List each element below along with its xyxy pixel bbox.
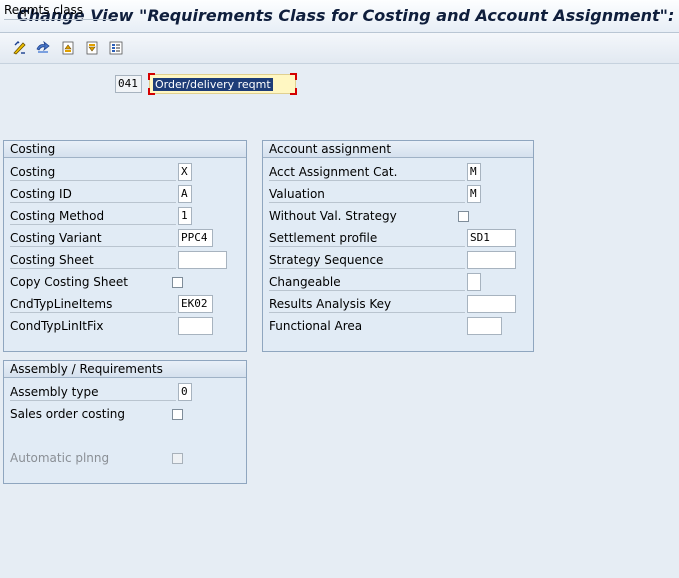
functional-area-label: Functional Area [269,319,363,333]
cond-typ-lin-it-fix-label: CondTypLinItFix [10,319,104,333]
results-analysis-key-row: Results Analysis Key [269,294,529,316]
cond-typ-line-items-row: CndTypLineItems EK02 [10,294,242,316]
display-change-icon[interactable] [11,39,29,57]
costing-group: Costing Costing X Costing ID A Costing M… [3,140,247,352]
changeable-row: Changeable [269,272,529,294]
costing-label: Costing [10,164,176,181]
reqmts-class-label: Reqmts class [4,2,112,20]
reqmts-class-field[interactable]: 041 [115,75,142,93]
cond-typ-line-items-label: CndTypLineItems [10,296,176,313]
settlement-profile-field[interactable]: SD1 [467,229,516,247]
strategy-sequence-row: Strategy Sequence [269,250,529,272]
automatic-plnng-label: Automatic plnng [10,451,110,465]
cond-typ-lin-it-fix-row: CondTypLinItFix [10,316,242,338]
settlement-profile-row: Settlement profile SD1 [269,228,529,250]
without-val-strategy-checkbox[interactable] [458,211,469,222]
application-toolbar [0,33,679,64]
copy-costing-sheet-checkbox[interactable] [172,277,183,288]
account-assignment-group: Account assignment Acct Assignment Cat. … [262,140,534,352]
automatic-plnng-checkbox [172,453,183,464]
costing-sheet-row: Costing Sheet [10,250,242,272]
assembly-type-row: Assembly type 0 [10,382,242,404]
reqmts-class-description-field[interactable]: Order/delivery reqmt [148,73,297,95]
costing-method-row: Costing Method 1 [10,206,242,228]
costing-variant-row: Costing Variant PPC4 [10,228,242,250]
without-val-strategy-row: Without Val. Strategy [269,206,529,228]
sales-order-costing-checkbox[interactable] [172,409,183,420]
changeable-field[interactable] [467,273,481,291]
assembly-type-field[interactable]: 0 [178,383,192,401]
automatic-plnng-row: Automatic plnng [10,448,242,470]
copy-costing-sheet-label: Copy Costing Sheet [10,275,128,289]
results-analysis-key-label: Results Analysis Key [269,296,465,313]
acct-assignment-cat-row: Acct Assignment Cat. M [269,162,529,184]
account-assignment-group-title: Account assignment [263,141,533,158]
strategy-sequence-label: Strategy Sequence [269,252,465,269]
valuation-field[interactable]: M [467,185,481,203]
costing-method-label: Costing Method [10,208,176,225]
reqmts-class-description-text: Order/delivery reqmt [153,78,273,91]
costing-group-title: Costing [4,141,246,158]
cond-typ-line-items-field[interactable]: EK02 [178,295,213,313]
costing-field[interactable]: X [178,163,192,181]
costing-method-field[interactable]: 1 [178,207,192,225]
costing-id-label: Costing ID [10,186,176,203]
cond-typ-lin-it-fix-field[interactable] [178,317,213,335]
valuation-label: Valuation [269,186,465,203]
acct-assignment-cat-field[interactable]: M [467,163,481,181]
copy-costing-sheet-row: Copy Costing Sheet [10,272,242,294]
functional-area-field[interactable] [467,317,502,335]
valuation-row: Valuation M [269,184,529,206]
functional-area-row: Functional Area [269,316,529,338]
costing-id-field[interactable]: A [178,185,192,203]
window-title: Change View "Requirements Class for Cost… [17,6,679,25]
costing-sheet-field[interactable] [178,251,227,269]
strategy-sequence-field[interactable] [467,251,516,269]
costing-row: Costing X [10,162,242,184]
costing-variant-label: Costing Variant [10,230,176,247]
changeable-label: Changeable [269,274,465,291]
costing-variant-field[interactable]: PPC4 [178,229,213,247]
results-analysis-key-field[interactable] [467,295,516,313]
assembly-requirements-group: Assembly / Requirements Assembly type 0 … [3,360,247,484]
acct-assignment-cat-label: Acct Assignment Cat. [269,164,465,181]
sales-order-costing-label: Sales order costing [10,407,126,421]
next-entry-icon[interactable] [83,39,101,57]
assembly-type-label: Assembly type [10,384,176,401]
sales-order-costing-row: Sales order costing [10,404,242,426]
without-val-strategy-label: Without Val. Strategy [269,209,397,223]
settlement-profile-label: Settlement profile [269,230,465,247]
variable-list-icon[interactable] [107,39,125,57]
previous-entry-icon[interactable] [59,39,77,57]
assembly-requirements-group-title: Assembly / Requirements [4,361,246,378]
costing-id-row: Costing ID A [10,184,242,206]
costing-sheet-label: Costing Sheet [10,252,176,269]
other-entry-icon[interactable] [34,39,52,57]
